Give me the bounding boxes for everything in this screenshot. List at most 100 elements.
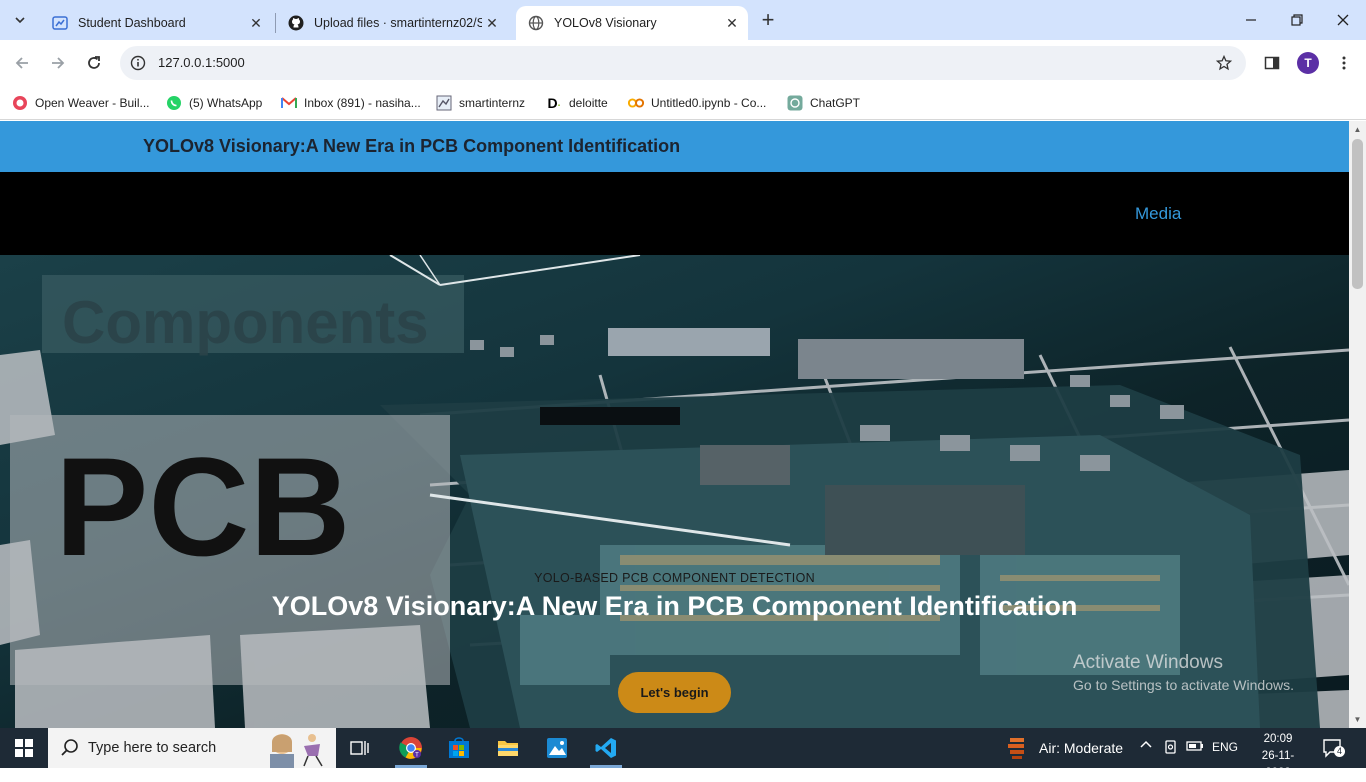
taskbar-photos[interactable] — [533, 728, 581, 768]
windows-icon — [15, 739, 33, 757]
arrow-left-icon — [15, 57, 28, 69]
minimize-icon — [1246, 19, 1256, 21]
back-button[interactable] — [6, 47, 38, 79]
arrow-right-icon — [52, 57, 65, 69]
taskbar-file-explorer[interactable] — [484, 728, 532, 768]
chrome-icon: T — [399, 737, 422, 759]
store-icon — [449, 737, 469, 758]
bookmark-colab[interactable]: Untitled0.ipynb - Co... — [628, 92, 766, 114]
bookmark-label: deloitte — [569, 96, 608, 110]
deloitte-icon: D. — [547, 95, 561, 111]
colab-icon — [628, 95, 644, 111]
bookmark-smartinternz[interactable]: smartinternz — [436, 92, 525, 114]
bookmark-gmail[interactable]: Inbox (891) - nasiha... — [281, 92, 421, 114]
close-window-button[interactable] — [1320, 0, 1366, 40]
close-icon — [1337, 14, 1349, 26]
forward-button[interactable] — [42, 47, 74, 79]
taskbar-search-box[interactable]: Type here to search — [48, 728, 336, 768]
open-weaver-icon — [12, 95, 28, 111]
chevron-up-icon — [1140, 740, 1152, 748]
gmail-icon — [281, 95, 297, 111]
address-bar[interactable]: 127.0.0.1:5000 — [120, 46, 1246, 80]
browser-toolbar: 127.0.0.1:5000 — [0, 40, 1366, 86]
folder-icon — [498, 741, 518, 756]
tab-upload-files[interactable]: Upload files · smartinternz02/SI ✕ — [276, 6, 508, 40]
bookmark-label: smartinternz — [459, 96, 526, 110]
show-hidden-icons[interactable] — [1140, 739, 1152, 754]
svg-text:T: T — [415, 753, 419, 759]
bookmark-deloitte[interactable]: D. deloitte — [546, 92, 608, 114]
bookmark-star-icon[interactable] — [1214, 53, 1234, 73]
tab-yolov8-visionary[interactable]: YOLOv8 Visionary ✕ — [516, 6, 748, 40]
nav-link-media[interactable]: Media — [1135, 204, 1181, 224]
bookmark-open-weaver[interactable]: Open Weaver - Buil... — [12, 92, 150, 114]
bookmark-label: (5) WhatsApp — [189, 96, 263, 110]
taskbar-search-placeholder: Type here to search — [88, 740, 217, 756]
site-info-icon[interactable] — [128, 53, 148, 73]
notification-count: 4 — [1334, 746, 1346, 757]
restore-button[interactable] — [1274, 0, 1320, 40]
close-icon[interactable]: ✕ — [246, 13, 266, 33]
tab-title: YOLOv8 Visionary — [554, 16, 657, 30]
tab-student-dashboard[interactable]: Student Dashboard ✕ — [40, 6, 272, 40]
search-highlight-illustration — [270, 734, 323, 768]
pcb-label: PCB — [55, 428, 351, 585]
weather-status[interactable]: Air: Moderate — [1039, 740, 1123, 756]
clock-time: 20:09 — [1263, 733, 1293, 745]
side-panel-icon — [1264, 56, 1280, 70]
lets-begin-button[interactable]: Let's begin — [618, 672, 731, 713]
scroll-up-icon[interactable]: ▲ — [1353, 125, 1362, 134]
minimize-button[interactable] — [1228, 0, 1274, 40]
system-clock[interactable]: 20:09 26-11-2023 — [1252, 731, 1304, 782]
taskbar-vscode[interactable] — [582, 728, 630, 768]
watermark-title: Activate Windows — [1073, 652, 1223, 673]
bookmark-whatsapp[interactable]: (5) WhatsApp — [166, 92, 262, 114]
meet-now-icon[interactable] — [1163, 739, 1179, 758]
battery-icon[interactable] — [1186, 740, 1204, 755]
vscode-icon — [595, 738, 616, 758]
clock-date: 26-11-2023 — [1261, 750, 1295, 779]
watermark-subtitle: Go to Settings to activate Windows. — [1073, 677, 1294, 693]
chart-icon — [52, 15, 68, 31]
language-indicator[interactable]: ENG — [1212, 740, 1238, 754]
close-icon[interactable]: ✕ — [482, 13, 502, 33]
smartinternz-icon — [436, 95, 452, 111]
site-brand[interactable]: YOLOv8 Visionary:A New Era in PCB Compon… — [143, 136, 680, 157]
url-text[interactable]: 127.0.0.1:5000 — [158, 55, 245, 70]
start-button[interactable] — [0, 728, 48, 768]
windows-taskbar: Type here to search T Air: Moderate ENG — [0, 728, 1366, 779]
bookmarks-bar: Open Weaver - Buil... (5) WhatsApp Inbox… — [0, 86, 1366, 120]
air-quality-icon[interactable] — [1006, 736, 1030, 760]
new-tab-button[interactable]: + — [756, 7, 780, 32]
taskbar-store[interactable] — [435, 728, 483, 768]
activate-windows-watermark: Activate Windows Go to Settings to activ… — [1073, 652, 1294, 693]
notification-center-button[interactable]: 4 — [1322, 738, 1346, 758]
tab-strip: Student Dashboard ✕ Upload files · smart… — [0, 0, 1366, 40]
tab-title: Student Dashboard — [78, 16, 186, 30]
bookmark-label: Inbox (891) - nasiha... — [304, 96, 421, 110]
tab-search-button[interactable] — [8, 8, 32, 32]
scrollbar-thumb[interactable] — [1352, 139, 1363, 289]
whatsapp-icon — [166, 95, 182, 111]
scroll-down-icon[interactable]: ▼ — [1353, 715, 1362, 724]
chevron-down-icon — [15, 17, 25, 24]
hero-eyebrow: YOLO-BASED PCB COMPONENT DETECTION — [534, 571, 815, 585]
search-icon — [61, 739, 78, 756]
bookmark-label: Untitled0.ipynb - Co... — [651, 96, 767, 110]
taskbar-chrome[interactable]: T — [387, 728, 435, 768]
site-header: YOLOv8 Visionary:A New Era in PCB Compon… — [0, 121, 1349, 172]
menu-button[interactable] — [1328, 47, 1360, 79]
reload-icon — [88, 56, 100, 69]
side-panel-button[interactable] — [1256, 47, 1288, 79]
close-icon[interactable]: ✕ — [722, 13, 742, 33]
components-label: Components — [62, 289, 429, 356]
bookmark-label: ChatGPT — [810, 96, 861, 110]
bookmark-chatgpt[interactable]: ChatGPT — [787, 92, 860, 114]
tab-title: Upload files · smartinternz02/SI — [314, 16, 482, 30]
task-view-button[interactable] — [336, 728, 384, 768]
chatgpt-icon — [787, 95, 803, 111]
profile-avatar[interactable]: T — [1297, 52, 1319, 74]
bookmark-label: Open Weaver - Buil... — [35, 96, 150, 110]
page-scrollbar[interactable]: ▲ ▼ — [1349, 121, 1366, 728]
reload-button[interactable] — [78, 47, 110, 79]
